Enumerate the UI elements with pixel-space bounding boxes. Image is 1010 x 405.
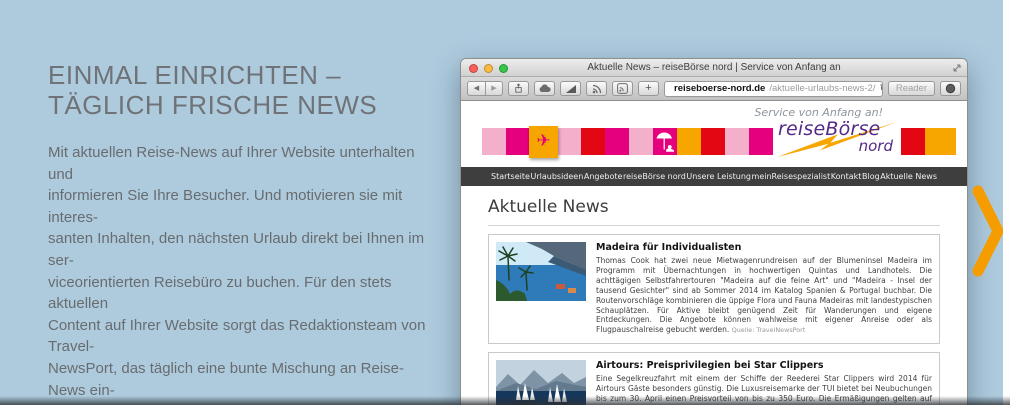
browser-toolbar: ◀ ▶ + reiseboerse-nord.de/aktuelle-urla [461, 77, 967, 101]
zoom-window-button[interactable] [499, 64, 508, 73]
share-icon [513, 83, 524, 94]
nav-item-kontakt[interactable]: Kontakt [831, 172, 862, 181]
airplane-icon: ✈ [529, 126, 558, 158]
top-sites-icon [565, 84, 577, 94]
nav-item-blog[interactable]: Blog [862, 172, 880, 181]
downloads-button[interactable] [940, 81, 961, 96]
site-logo[interactable]: reiseBörse nord [773, 118, 901, 158]
url-domain: reiseboerse-nord.de [674, 83, 765, 94]
marketing-slide: EINMAL EINRICHTEN – TÄGLICH FRISCHE NEWS… [0, 0, 1010, 405]
news-item[interactable]: Madeira für Individualisten Thomas Cook … [488, 234, 940, 344]
site-header: Service von Anfang an! ✈ [461, 101, 967, 167]
rss-icon [592, 84, 602, 94]
back-icon: ◀ [474, 85, 479, 92]
intro-panel: EINMAL EINRICHTEN – TÄGLICH FRISCHE NEWS… [48, 60, 440, 405]
color-square [629, 128, 653, 155]
browser-titlebar[interactable]: Aktuelle News – reiseBörse nord | Servic… [461, 59, 967, 77]
color-square [925, 128, 956, 155]
color-square [725, 128, 749, 155]
color-square [605, 128, 629, 155]
refresh-icon[interactable]: ↻ [879, 82, 882, 95]
color-square [506, 128, 530, 155]
airplane-glyph: ✈ [536, 133, 550, 150]
history-nav-group: ◀ ▶ [467, 81, 503, 96]
plus-icon: + [645, 83, 651, 94]
star-clippers-photo [496, 360, 586, 405]
color-square [901, 128, 925, 155]
news-list: Aktuelle News [461, 186, 967, 405]
news-item-source: Quelle: TravelNewsPort [732, 326, 806, 334]
intro-body: Mit aktuellen Reise-News auf Ihrer Websi… [48, 142, 440, 405]
madeira-photo [496, 242, 586, 301]
webpage-viewport: Service von Anfang an! ✈ [461, 101, 967, 405]
brand-color-strip: ✈ reiseBörse nord [482, 128, 946, 155]
intro-heading: EINMAL EINRICHTEN – TÄGLICH FRISCHE NEWS [48, 60, 440, 120]
record-circle-icon [945, 83, 956, 94]
site-navigation: Startseite Urlaubsideen Angebote reiseBö… [461, 167, 967, 186]
news-item[interactable]: Airtours: Preisprivilegien bei Star Clip… [488, 352, 940, 405]
news-item-title[interactable]: Madeira für Individualisten [596, 242, 932, 253]
close-window-button[interactable] [469, 64, 478, 73]
nav-item-reiseboerse-nord[interactable]: reiseBörse nord [623, 172, 686, 181]
rss-subscriptions-button[interactable] [612, 81, 633, 96]
color-square [482, 128, 506, 155]
nav-item-startseite[interactable]: Startseite [491, 172, 530, 181]
color-square [701, 128, 725, 155]
forward-icon: ▶ [491, 85, 496, 92]
right-margin-strip [1003, 0, 1010, 405]
nav-item-angebote[interactable]: Angebote [584, 172, 623, 181]
resize-window-icon[interactable] [952, 63, 962, 73]
minimize-window-button[interactable] [484, 64, 493, 73]
window-title: Aktuelle News – reiseBörse nord | Servic… [461, 62, 967, 73]
cloud-icon [539, 84, 551, 93]
nav-item-unsere-leistung[interactable]: Unsere Leistung [686, 172, 751, 181]
next-arrow-button[interactable] [972, 184, 1004, 278]
top-sites-button[interactable] [560, 81, 581, 96]
url-path: /aktuelle-urlaubs-news-2/ [769, 83, 875, 94]
nav-item-urlaubsideen[interactable]: Urlaubsideen [530, 172, 583, 181]
logo-text-line2: nord [859, 137, 893, 155]
window-controls [469, 64, 508, 73]
address-bar[interactable]: reiseboerse-nord.de/aktuelle-urlaubs-new… [664, 81, 883, 97]
news-body-text: Eine Segelkreuzfahrt mit einem der Schif… [596, 374, 932, 405]
nav-item-aktuelle-news[interactable]: Aktuelle News [880, 172, 937, 181]
rss-button[interactable] [586, 81, 607, 96]
news-item-text: Madeira für Individualisten Thomas Cook … [596, 242, 932, 336]
beach-umbrella-icon [653, 128, 677, 155]
back-button[interactable]: ◀ [467, 81, 485, 96]
page-title: Aktuelle News [488, 197, 940, 226]
browser-window: Aktuelle News – reiseBörse nord | Servic… [460, 58, 968, 405]
news-body-text: Thomas Cook hat zwei neue Mietwagenrundr… [596, 256, 932, 334]
share-button[interactable] [508, 81, 529, 96]
intro-heading-line1: EINMAL EINRICHTEN – [48, 60, 440, 90]
news-item-body: Eine Segelkreuzfahrt mit einem der Schif… [596, 374, 932, 405]
new-tab-button[interactable]: + [638, 81, 659, 96]
color-square [581, 128, 605, 155]
news-item-body: Thomas Cook hat zwei neue Mietwagenrundr… [596, 256, 932, 336]
intro-heading-line2: TÄGLICH FRISCHE NEWS [48, 90, 440, 120]
color-square [557, 128, 581, 155]
news-item-title[interactable]: Airtours: Preisprivilegien bei Star Clip… [596, 360, 932, 371]
reader-button[interactable]: Reader [888, 81, 935, 96]
rss-box-icon [617, 83, 628, 94]
cloud-tabs-button[interactable] [534, 81, 555, 96]
reader-label: Reader [896, 84, 927, 94]
color-square [677, 128, 701, 155]
forward-button[interactable]: ▶ [485, 81, 503, 96]
nav-item-meinreisespezialist[interactable]: meinReisespezialist [752, 172, 831, 181]
color-square [749, 128, 773, 155]
news-item-text: Airtours: Preisprivilegien bei Star Clip… [596, 360, 932, 405]
